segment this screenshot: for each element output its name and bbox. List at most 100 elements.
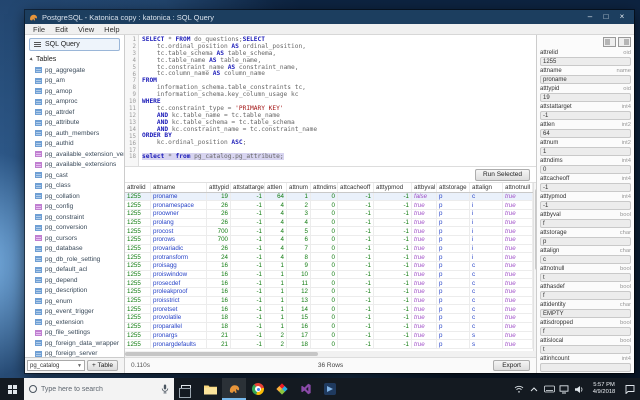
grid-cell[interactable]: -1 bbox=[338, 288, 374, 296]
grid-cell[interactable]: 16 bbox=[207, 279, 231, 288]
menu-file[interactable]: File bbox=[28, 25, 50, 34]
grid-cell[interactable]: -1 bbox=[231, 314, 265, 322]
grid-cell[interactable]: -1 bbox=[231, 262, 265, 270]
column-header-attname[interactable]: attname bbox=[151, 183, 207, 192]
grid-cell[interactable]: proretset bbox=[151, 305, 207, 314]
grid-cell[interactable]: true bbox=[503, 305, 533, 314]
detail-field-value[interactable]: proname bbox=[540, 75, 631, 84]
grid-cell[interactable]: 4 bbox=[265, 201, 287, 209]
detail-field-value[interactable]: t bbox=[540, 273, 631, 282]
volume-icon[interactable] bbox=[572, 378, 586, 400]
grid-cell[interactable]: 1255 bbox=[125, 201, 151, 209]
grid-row[interactable]: 1255 proowner 26 -1 4 3 0 -1 -1 true p i true bbox=[125, 209, 533, 219]
sidebar-item-pg_available_extensions[interactable]: pg_available_extensions bbox=[25, 160, 124, 171]
grid-cell[interactable]: true bbox=[503, 253, 533, 261]
maximize-button[interactable]: □ bbox=[598, 10, 614, 24]
panel-layout-right-button[interactable] bbox=[618, 37, 631, 47]
column-header-attrelid[interactable]: attrelid bbox=[125, 183, 151, 192]
grid-cell[interactable]: p bbox=[437, 288, 470, 296]
grid-cell[interactable]: p bbox=[437, 201, 470, 209]
column-header-attndims[interactable]: attndims bbox=[311, 183, 338, 192]
grid-cell[interactable]: -1 bbox=[338, 235, 374, 244]
grid-cell[interactable]: -1 bbox=[338, 218, 374, 227]
grid-cell[interactable]: 0 bbox=[311, 288, 338, 296]
grid-cell[interactable]: -1 bbox=[374, 288, 412, 296]
grid-cell[interactable]: 16 bbox=[207, 262, 231, 270]
grid-cell[interactable]: 1255 bbox=[125, 322, 151, 331]
editor-line[interactable]: select * from pg_catalog.pg_attribute; bbox=[142, 153, 536, 161]
titlebar[interactable]: PostgreSQL - Katonica copy : katonica : … bbox=[25, 10, 634, 24]
grid-cell[interactable]: i bbox=[470, 244, 503, 253]
grid-cell[interactable]: 26 bbox=[207, 201, 231, 209]
grid-cell[interactable]: 64 bbox=[265, 192, 287, 201]
grid-cell[interactable]: 14 bbox=[287, 305, 311, 314]
grid-cell[interactable]: 1255 bbox=[125, 279, 151, 288]
sidebar-item-pg_constraint[interactable]: pg_constraint bbox=[25, 212, 124, 223]
grid-cell[interactable]: -1 bbox=[231, 235, 265, 244]
grid-cell[interactable]: i bbox=[470, 227, 503, 235]
close-button[interactable]: × bbox=[614, 10, 630, 24]
grid-cell[interactable]: false bbox=[412, 192, 437, 201]
sidebar-item-sql-query[interactable]: SQL Query bbox=[29, 38, 120, 51]
task-view-button[interactable] bbox=[174, 378, 198, 400]
grid-row[interactable]: 1255 proleakproof 16 -1 1 12 0 -1 -1 true p c true bbox=[125, 288, 533, 297]
grid-cell[interactable]: 0 bbox=[311, 253, 338, 261]
grid-cell[interactable]: true bbox=[503, 322, 533, 331]
grid-cell[interactable]: 0 bbox=[311, 322, 338, 331]
column-header-atttypmod[interactable]: atttypmod bbox=[374, 183, 412, 192]
grid-cell[interactable]: -1 bbox=[231, 244, 265, 253]
detail-field-value[interactable]: f bbox=[540, 291, 631, 300]
grid-row[interactable]: 1255 prorows 700 -1 4 6 0 -1 -1 true p i true bbox=[125, 235, 533, 245]
grid-cell[interactable]: c bbox=[470, 314, 503, 322]
microphone-icon[interactable] bbox=[161, 384, 169, 394]
grid-row[interactable]: 1255 proparallel 18 -1 1 16 0 -1 -1 true p c true bbox=[125, 322, 533, 332]
detail-field-value[interactable]: 1 bbox=[540, 147, 631, 156]
grid-cell[interactable]: 1255 bbox=[125, 331, 151, 340]
grid-cell[interactable]: 1255 bbox=[125, 192, 151, 201]
grid-cell[interactable]: 1 bbox=[265, 288, 287, 296]
grid-cell[interactable]: 16 bbox=[207, 305, 231, 314]
grid-cell[interactable]: proiswindow bbox=[151, 270, 207, 279]
grid-cell[interactable]: 6 bbox=[287, 235, 311, 244]
grid-cell[interactable]: -1 bbox=[231, 253, 265, 261]
visual-studio-button[interactable] bbox=[294, 378, 318, 400]
grid-cell[interactable]: true bbox=[412, 209, 437, 218]
grid-cell[interactable]: p bbox=[437, 279, 470, 288]
grid-cell[interactable]: true bbox=[503, 201, 533, 209]
file-explorer-button[interactable] bbox=[198, 378, 222, 400]
sidebar-item-pg_extension[interactable]: pg_extension bbox=[25, 317, 124, 328]
detail-field-value[interactable]: f bbox=[540, 327, 631, 336]
action-center-button[interactable] bbox=[622, 384, 638, 394]
grid-row[interactable]: 1255 prolang 26 -1 4 4 0 -1 -1 true p i true bbox=[125, 218, 533, 228]
grid-cell[interactable]: 2 bbox=[265, 340, 287, 348]
editor-line[interactable]: AND kc.constraint_name = tc.constraint_n… bbox=[142, 126, 536, 134]
grid-cell[interactable]: 4 bbox=[265, 218, 287, 227]
menu-view[interactable]: View bbox=[73, 25, 99, 34]
grid-cell[interactable]: -1 bbox=[374, 340, 412, 348]
grid-cell[interactable]: 1 bbox=[265, 279, 287, 288]
sidebar-item-pg_amop[interactable]: pg_amop bbox=[25, 86, 124, 97]
grid-cell[interactable]: 1 bbox=[265, 262, 287, 270]
grid-cell[interactable]: true bbox=[412, 218, 437, 227]
sidebar-item-pg_attrdef[interactable]: pg_attrdef bbox=[25, 107, 124, 118]
grid-cell[interactable]: i bbox=[470, 218, 503, 227]
grid-cell[interactable]: p bbox=[437, 331, 470, 340]
grid-cell[interactable]: p bbox=[437, 262, 470, 270]
sidebar-item-pg_file_settings[interactable]: pg_file_settings bbox=[25, 328, 124, 339]
horizontal-scroll-thumb[interactable] bbox=[125, 352, 319, 356]
grid-cell[interactable]: p bbox=[437, 192, 470, 201]
sidebar-item-pg_default_acl[interactable]: pg_default_acl bbox=[25, 265, 124, 276]
grid-cell[interactable]: -1 bbox=[374, 235, 412, 244]
grid-cell[interactable]: true bbox=[412, 314, 437, 322]
grid-cell[interactable]: -1 bbox=[231, 322, 265, 331]
grid-cell[interactable]: pronargs bbox=[151, 331, 207, 340]
grid-cell[interactable]: 26 bbox=[207, 244, 231, 253]
grid-row[interactable]: 1255 pronargdefaults 21 -1 2 18 0 -1 -1 true p s tru… bbox=[125, 340, 533, 349]
grid-cell[interactable]: true bbox=[412, 235, 437, 244]
grid-cell[interactable]: 9 bbox=[287, 262, 311, 270]
sidebar-item-pg_cast[interactable]: pg_cast bbox=[25, 170, 124, 181]
schema-select[interactable]: pg_catalog ▼ bbox=[27, 360, 85, 371]
grid-cell[interactable]: protransform bbox=[151, 253, 207, 261]
column-header-attnotnull[interactable]: attnotnull bbox=[503, 183, 533, 192]
sidebar-item-pg_foreign_server[interactable]: pg_foreign_server bbox=[25, 349, 124, 357]
